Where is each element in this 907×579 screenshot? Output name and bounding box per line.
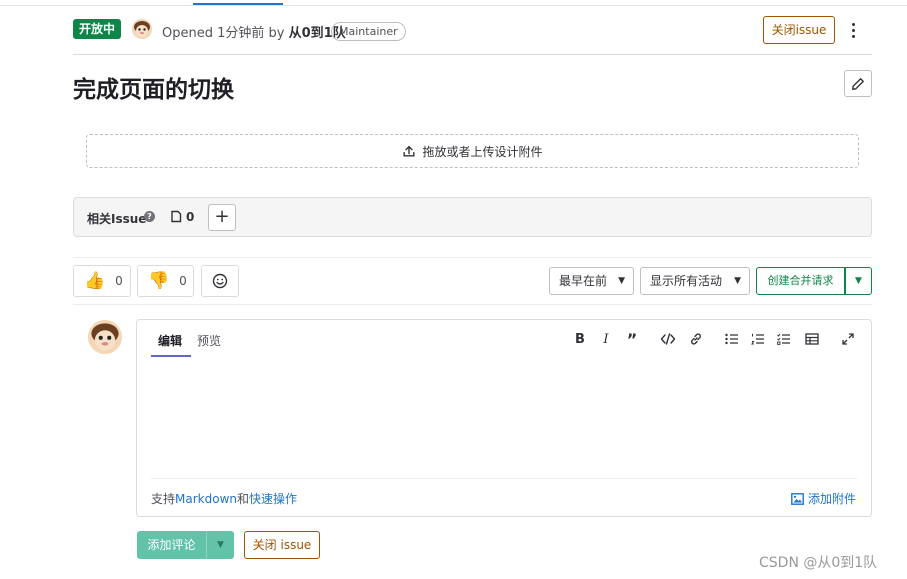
markdown-hint: 支持Markdown和快速操作: [151, 490, 297, 507]
attach-file-link[interactable]: 添加附件: [791, 490, 856, 507]
italic-icon[interactable]: I: [596, 330, 616, 348]
opened-info: Opened 1分钟前 by 从0到1队: [162, 22, 346, 41]
thumbs-up-count: 0: [115, 274, 123, 288]
close-issue-button[interactable]: 关闭issue: [763, 16, 835, 44]
section-divider: [73, 257, 872, 258]
related-issues-label: 相关Issue: [87, 212, 147, 226]
section-divider: [73, 304, 872, 305]
top-tab-bar: [0, 0, 907, 6]
pencil-icon: [852, 77, 864, 90]
thumbs-down-icon: 👎: [148, 270, 170, 291]
active-tab-underline: [151, 355, 191, 357]
upload-label: 拖放或者上传设计附件: [422, 144, 543, 159]
current-user-avatar[interactable]: [88, 320, 122, 354]
table-icon[interactable]: [802, 330, 822, 348]
fullscreen-icon[interactable]: [838, 330, 858, 348]
close-issue-bottom-button[interactable]: 关闭 issue: [244, 531, 320, 559]
page-title: 完成页面的切换: [73, 77, 234, 103]
status-badge: 开放中: [73, 19, 122, 39]
link-icon[interactable]: [686, 330, 706, 348]
help-icon[interactable]: ?: [144, 211, 155, 222]
thumbs-down-count: 0: [179, 274, 187, 288]
design-upload-dropzone[interactable]: 拖放或者上传设计附件: [86, 134, 859, 168]
add-related-issue-button[interactable]: +: [208, 204, 236, 231]
chevron-down-icon[interactable]: ▼: [845, 267, 872, 295]
related-issues-count: 0: [186, 210, 195, 224]
create-merge-request-button[interactable]: 创建合并请求: [756, 267, 845, 295]
composer-footer-divider: [151, 478, 857, 479]
header-divider: [73, 54, 872, 55]
opened-prefix: Opened 1分钟前 by: [162, 26, 289, 41]
bold-icon[interactable]: B: [570, 330, 590, 348]
image-icon: [791, 492, 804, 505]
tab-preview[interactable]: 预览: [197, 332, 221, 349]
code-icon[interactable]: [658, 330, 678, 348]
markdown-link[interactable]: Markdown: [175, 492, 237, 506]
tab-write[interactable]: 编辑: [158, 332, 182, 349]
author-avatar[interactable]: [132, 19, 152, 39]
upload-icon: [403, 145, 415, 157]
task-list-icon[interactable]: [774, 330, 794, 348]
thumbs-up-button[interactable]: 👍 0: [73, 265, 131, 297]
role-badge: Maintainer: [331, 22, 406, 41]
related-issues-panel: 相关Issue ? 0 +: [73, 197, 872, 237]
sort-dropdown[interactable]: 最早在前 ▼: [549, 267, 634, 295]
add-reaction-button[interactable]: [201, 265, 239, 297]
issue-type-icon: [171, 210, 182, 223]
chevron-down-icon: ▼: [618, 276, 625, 286]
thumbs-down-button[interactable]: 👎 0: [137, 265, 194, 297]
comment-composer: 编辑 预览 B I ” 支持Markdown和快速操作 添加附件: [136, 319, 872, 517]
hint-and: 和: [236, 492, 249, 506]
attach-label: 添加附件: [808, 492, 857, 506]
active-tab-indicator: [193, 3, 283, 5]
edit-title-button[interactable]: [844, 70, 872, 97]
thumbs-up-icon: 👍: [84, 270, 106, 291]
quick-actions-link[interactable]: 快速操作: [249, 492, 297, 506]
activity-label: 显示所有活动: [650, 274, 723, 288]
smiley-icon: [212, 273, 228, 289]
watermark: CSDN @从0到1队: [759, 555, 878, 571]
chevron-down-icon: ▼: [734, 276, 741, 286]
activity-filter-dropdown[interactable]: 显示所有活动 ▼: [640, 267, 750, 295]
add-comment-button[interactable]: 添加评论: [137, 531, 206, 559]
sort-label: 最早在前: [559, 274, 608, 288]
hint-prefix: 支持: [151, 492, 176, 506]
numbered-list-icon[interactable]: [748, 330, 768, 348]
chevron-down-icon[interactable]: ▼: [206, 531, 234, 559]
quote-icon[interactable]: ”: [622, 330, 642, 349]
kebab-icon[interactable]: [845, 18, 861, 42]
bullet-list-icon[interactable]: [722, 330, 742, 348]
